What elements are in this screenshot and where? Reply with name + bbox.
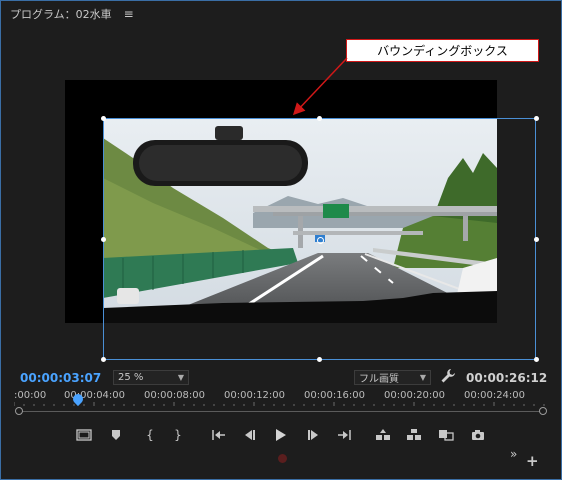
- safe-margins-icon[interactable]: [74, 426, 94, 444]
- bbox-handle-left[interactable]: [101, 237, 106, 242]
- bbox-handle-bottom[interactable]: [317, 357, 322, 362]
- mark-in-icon[interactable]: {: [140, 426, 160, 444]
- quality-value: フル画質: [359, 374, 399, 385]
- export-frame-icon[interactable]: [468, 426, 488, 444]
- total-duration: 00:00:26:12: [466, 371, 548, 385]
- mark-out-icon[interactable]: }: [168, 426, 188, 444]
- lift-icon[interactable]: [373, 426, 393, 444]
- current-timecode[interactable]: 00:00:03:07: [20, 371, 101, 385]
- panel-title[interactable]: プログラム：02水車: [10, 6, 112, 22]
- play-icon[interactable]: [271, 426, 291, 444]
- wrench-icon[interactable]: [440, 368, 456, 384]
- more-controls-icon[interactable]: »: [510, 447, 517, 461]
- bbox-handle-top[interactable]: [317, 116, 322, 121]
- bbox-handle-bottom-left[interactable]: [101, 357, 106, 362]
- marker-icon[interactable]: [106, 426, 126, 444]
- scroll-handle-left[interactable]: [15, 407, 23, 415]
- ruler-label: 00:00:08:00: [144, 390, 206, 401]
- bbox-handle-right[interactable]: [534, 237, 539, 242]
- chevron-down-icon: ▼: [419, 373, 426, 382]
- extract-icon[interactable]: [404, 426, 424, 444]
- bounding-box-callout: バウンディングボックス: [346, 39, 539, 62]
- button-editor-plus-icon[interactable]: +: [526, 452, 539, 470]
- step-forward-icon[interactable]: [303, 426, 323, 444]
- zoom-select[interactable]: 25 % ▼: [113, 370, 189, 385]
- ruler-ticks: [14, 402, 545, 406]
- ruler-label: :00:00: [14, 390, 47, 401]
- zoom-value: 25 %: [118, 372, 144, 383]
- record-button[interactable]: [278, 454, 287, 463]
- bbox-handle-top-left[interactable]: [101, 116, 106, 121]
- ruler-label: 00:00:16:00: [304, 390, 366, 401]
- step-back-icon[interactable]: [240, 426, 260, 444]
- chevron-down-icon: ▼: [177, 373, 184, 382]
- panel-header: プログラム：02水車 ≡: [10, 6, 134, 22]
- anchor-point[interactable]: [317, 237, 324, 244]
- scroll-handle-right[interactable]: [539, 407, 547, 415]
- ruler-label: 00:00:20:00: [384, 390, 446, 401]
- go-to-out-icon[interactable]: [334, 426, 354, 444]
- zoom-scroll-track[interactable]: [20, 411, 544, 412]
- ruler-label: 00:00:24:00: [464, 390, 526, 401]
- bbox-handle-top-right[interactable]: [534, 116, 539, 121]
- hamburger-menu-icon[interactable]: ≡: [124, 7, 134, 21]
- transport-controls: { }: [0, 426, 562, 444]
- compare-view-icon[interactable]: [436, 426, 456, 444]
- bbox-handle-bottom-right[interactable]: [534, 357, 539, 362]
- ruler-label: 00:00:12:00: [224, 390, 286, 401]
- go-to-in-icon[interactable]: [209, 426, 229, 444]
- quality-select[interactable]: フル画質 ▼: [354, 370, 431, 385]
